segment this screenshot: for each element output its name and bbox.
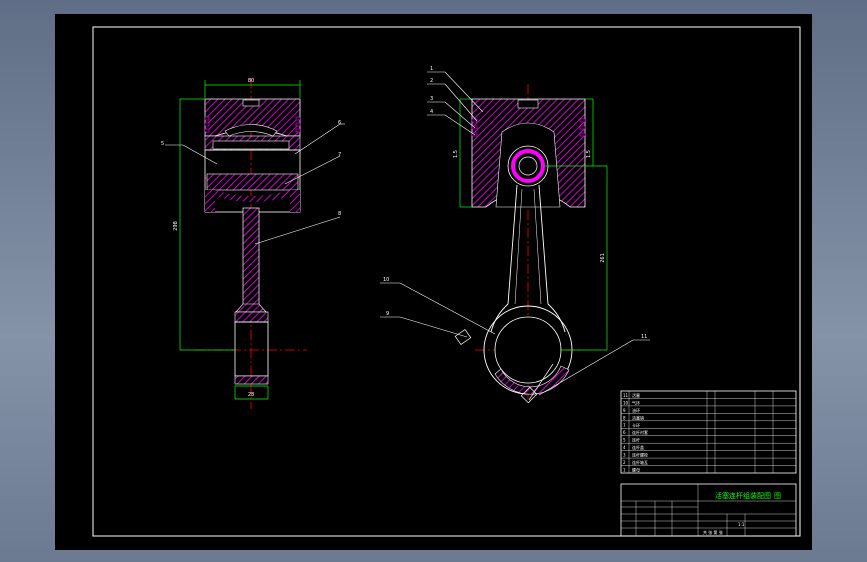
left-sectional-view [195,78,307,409]
piston-pin-section [518,156,538,176]
parts-list-number: 11 [623,393,629,398]
right-crown-groove [517,99,539,109]
drawing-sheet: 80 298 28 5 6 7 8 1.5 1.5 261 1 2 3 4 10… [55,14,812,550]
crown-top-groove [242,99,260,107]
parts-list-number: 6 [623,430,626,435]
skirt-left-hatch [205,190,215,212]
parts-list-item: 连杆轴瓦 [632,459,648,465]
drawing-title: 活塞连杆组装配图 [715,491,771,500]
balloon-3: 3 [430,96,433,102]
parts-list-number: 1 [623,468,626,473]
big-end-bottom [234,375,269,385]
piston-pin [206,173,299,191]
dim-pin-width: 28 [248,392,254,398]
big-end-body [234,321,269,377]
parts-rows: 11 活塞10 气环 9 油环 8 活塞销 7 卡环 6 连杆衬套 5 连杆 4 连杆盖 3 连杆螺栓 2 连杆轴瓦… [621,392,796,473]
skirt-right-hatch [290,190,300,212]
parts-list-number: 7 [623,423,626,428]
parts-list-number: 4 [623,445,626,450]
parts-list-item: 连杆衬套 [632,429,648,435]
balloon-5: 5 [161,141,164,147]
parts-list-item: 油环 [632,407,640,413]
dim-rod-length: 261 [600,253,606,263]
balloon-1: 1 [430,66,433,72]
parts-list-item: 活塞 [632,392,640,398]
parts-list-number: 2 [623,460,626,465]
dim-piston-width: 80 [248,78,254,84]
drawing-title-suffix: 图 [774,492,781,500]
parts-list-number: 9 [623,408,626,413]
small-end [215,190,290,202]
parts-list-number: 10 [623,400,629,405]
balloon-9: 9 [386,311,389,317]
balloon-10: 10 [383,277,389,283]
connecting-rod-shank [242,207,260,313]
parts-list-number: 8 [623,415,626,420]
piston-pin-hole [212,140,290,150]
parts-list-number: 3 [623,453,626,458]
balloon-8: 8 [338,211,341,217]
connecting-rod-bolt-left [454,328,472,346]
sheet-label: 共 张 第 张 [703,529,723,535]
big-end-bore [494,316,562,384]
parts-list: 11 活塞10 气环 9 油环 8 活塞销 7 卡环 6 连杆衬套 5 连杆 4 连杆盖 3 连杆螺栓 2 连杆轴瓦… [620,390,797,474]
balloon-2: 2 [430,78,433,84]
rod-transition [235,303,267,313]
balloon-6: 6 [338,120,341,126]
parts-list-item: 连杆 [632,437,640,443]
big-end-top [234,311,269,323]
balloon-11: 11 [641,334,647,340]
parts-list-item: 螺母 [632,467,640,473]
parts-list-item: 连杆螺栓 [632,452,648,458]
parts-list-number: 5 [623,438,626,443]
cad-viewport[interactable]: 80 298 28 5 6 7 8 1.5 1.5 261 1 2 3 4 10… [0,0,867,562]
parts-list-item: 活塞销 [632,414,644,420]
parts-list-item: 卡环 [632,422,640,428]
drawing-scale: 1:1 [738,522,745,527]
assembly-drawing: 80 298 28 5 6 7 8 1.5 1.5 261 1 2 3 4 10… [92,26,801,537]
parts-list-item: 连杆盖 [632,444,644,450]
dim-right-upper: 1.5 [453,150,459,158]
balloon-7: 7 [338,152,341,158]
title-block: 活塞连杆组装配图 图 1:1 共 张 第 张 [620,483,797,537]
dim-overall-length: 298 [173,221,179,231]
right-front-view [454,84,586,404]
parts-list-item: 气环 [632,399,640,405]
dim-right-middle: 1.5 [586,150,592,158]
balloon-4: 4 [430,109,433,115]
